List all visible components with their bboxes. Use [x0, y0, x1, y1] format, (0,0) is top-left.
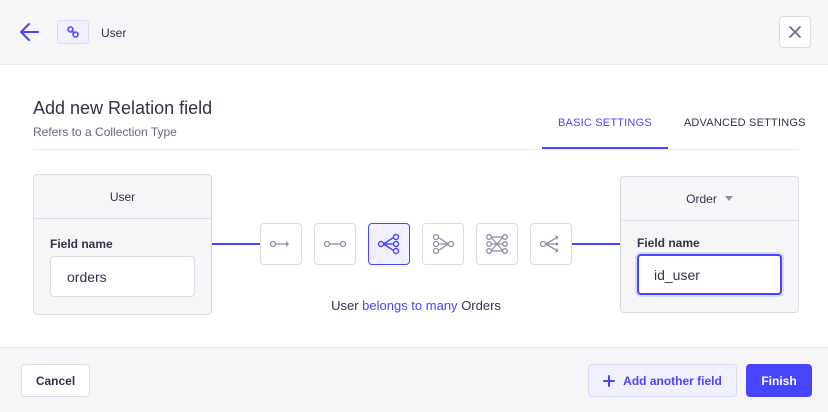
settings-tabs: BASIC SETTINGS ADVANCED SETTINGS	[542, 107, 822, 149]
relation-many-way-button[interactable]	[530, 223, 572, 265]
link-icon	[57, 20, 89, 44]
relation-object: Orders	[461, 298, 501, 313]
cancel-button[interactable]: Cancel	[21, 364, 90, 397]
many-to-many-icon	[486, 234, 508, 254]
finish-button[interactable]: Finish	[746, 364, 812, 397]
relation-one-way-button[interactable]	[260, 223, 302, 265]
relation-line-right	[572, 243, 620, 245]
add-another-field-button[interactable]: Add another field	[588, 364, 737, 397]
target-collection-box: Order Field name	[620, 176, 799, 313]
relation-many-to-many-button[interactable]	[476, 223, 518, 265]
many-way-icon	[539, 235, 559, 253]
target-field-label: Field name	[637, 236, 700, 250]
breadcrumb-label: User	[101, 26, 127, 40]
target-collection-title: Order	[686, 191, 717, 206]
source-field-name-input[interactable]	[50, 256, 195, 297]
one-to-many-icon	[377, 233, 400, 255]
relation-description: User belongs to many Orders	[212, 298, 620, 313]
page-subtitle: Refers to a Collection Type	[33, 125, 177, 139]
tabs-divider	[33, 149, 799, 150]
modal-header: User	[0, 0, 828, 65]
source-collection-title: User	[34, 175, 211, 219]
caret-down-icon	[724, 196, 733, 201]
modal-footer: Cancel Add another field Finish	[0, 347, 828, 412]
source-field-label: Field name	[50, 237, 113, 251]
relation-line-left	[212, 243, 260, 245]
page-title: Add new Relation field	[33, 98, 213, 118]
add-another-field-label: Add another field	[623, 373, 722, 388]
target-collection-select[interactable]: Order	[621, 177, 798, 221]
close-icon	[789, 26, 801, 38]
relation-one-to-many-button[interactable]	[368, 223, 410, 265]
close-button[interactable]	[779, 16, 811, 48]
tab-basic-settings[interactable]: BASIC SETTINGS	[542, 107, 668, 149]
one-to-one-icon	[323, 240, 347, 248]
modal-body: Add new Relation field Refers to a Colle…	[0, 65, 828, 347]
many-to-one-icon	[432, 233, 455, 255]
plus-icon	[603, 374, 616, 387]
arrow-left-icon[interactable]	[18, 20, 40, 44]
source-collection-box: User Field name	[33, 174, 212, 315]
relation-subject: User	[331, 298, 359, 313]
relation-one-to-one-button[interactable]	[314, 223, 356, 265]
relation-many-to-one-button[interactable]	[422, 223, 464, 265]
one-way-icon	[269, 240, 289, 248]
target-field-name-input[interactable]	[637, 254, 782, 295]
relation-type-text: belongs to many	[362, 298, 458, 313]
tab-advanced-settings[interactable]: ADVANCED SETTINGS	[668, 107, 822, 149]
